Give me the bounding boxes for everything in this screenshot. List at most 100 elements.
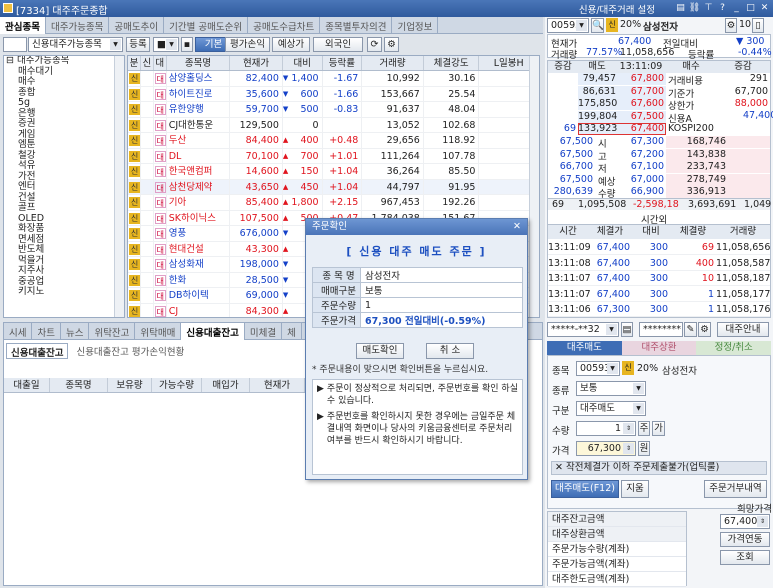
table-row[interactable]: 신 대 DL 70,100 ▲ 700 +1.01 111,264 107.78 (128, 148, 539, 164)
price-input[interactable]: 67,300 ⇕ (576, 441, 636, 456)
price-link-button[interactable]: 가격연동 (720, 532, 770, 547)
account-select[interactable]: *****-**32 ▼ (547, 322, 619, 337)
tree-item[interactable]: 5g (4, 97, 124, 109)
group-blank-select[interactable] (3, 37, 27, 52)
tree-item[interactable]: 반도체 (4, 244, 124, 256)
pin-icon[interactable]: ⊤ (702, 1, 715, 15)
balance-col-header[interactable]: 종목명 (50, 378, 108, 392)
hope-price-input[interactable]: 67,400 ⇕ (720, 514, 770, 529)
stepper-icon[interactable]: ⇕ (623, 443, 634, 454)
cancel-button[interactable]: 취 소 (426, 343, 474, 359)
bottom-tab[interactable]: 체 (282, 323, 302, 340)
minimize-icon[interactable]: _ (730, 1, 743, 15)
bottom-tab[interactable]: 위탁매매 (135, 323, 182, 340)
bottom-tab[interactable]: 미체결 (245, 323, 283, 340)
tree-item[interactable]: 매수 (4, 76, 124, 88)
tab-investor-opinion[interactable]: 종목별투자의견 (320, 17, 393, 34)
stepper-icon[interactable]: ⇕ (623, 423, 634, 434)
expected-price-button[interactable]: 예상가 (272, 37, 310, 52)
gear-icon[interactable]: ⚙ (698, 322, 711, 337)
credit-settings-link[interactable]: 신용/대주거래 설정 (579, 2, 655, 16)
tab-short-ranking[interactable]: 기간별 공매도순위 (164, 17, 249, 34)
grid-col-header[interactable]: 등락률 (323, 56, 363, 70)
bottom-tab[interactable]: 위탁잔고 (89, 323, 136, 340)
list-icon[interactable]: ▤ (674, 1, 687, 15)
grid-col-header[interactable]: 현재가 (230, 56, 283, 70)
tree-item[interactable]: 키지노 (4, 286, 124, 298)
tab-short-trend[interactable]: 공매도추이 (109, 17, 165, 34)
tab-short-repay[interactable]: 대주상환 (621, 341, 697, 355)
password-input[interactable]: ******** (639, 322, 683, 337)
table-row[interactable]: 신 대 기아 85,400 ▲ 1,800 +2.15 967,453 192.26 (128, 195, 539, 211)
edit-icon[interactable]: ✎ (684, 322, 697, 337)
grid-col-header[interactable]: 신 (141, 56, 154, 70)
view-select[interactable]: ■ ▼ (153, 37, 179, 52)
stepper-icon[interactable]: ⇕ (757, 516, 768, 527)
reset-button[interactable]: 지움 (621, 480, 649, 498)
bottom-tab[interactable]: 시세 (4, 323, 33, 340)
tab-short-available[interactable]: 대주가능종목 (46, 17, 110, 34)
price-unit-button[interactable]: 원 (638, 441, 650, 456)
tab-short-sell[interactable]: 대주매도 (547, 341, 622, 355)
register-button[interactable]: 등록 (126, 37, 150, 52)
balance-col-header[interactable]: 대출일 (4, 378, 50, 392)
order-kind-select[interactable]: 대주매도 ▼ (576, 401, 646, 416)
table-row[interactable]: 신 대 하이트진로 35,600 ▼ 600 -1.66 153,667 25.54 (128, 86, 539, 102)
grid-col-header[interactable]: 분 (128, 56, 141, 70)
grid-col-header[interactable]: 체결강도 (424, 56, 480, 70)
table-row[interactable]: 신 대 삼천당제약 43,650 ▲ 450 +1.04 44,797 91.95 (128, 179, 539, 195)
bottom-tab[interactable]: 뉴스 (61, 323, 90, 340)
tree-item[interactable]: 지주사 (4, 265, 124, 277)
tab-modify-cancel[interactable]: 정정/취소 (696, 341, 772, 355)
foreigner-button[interactable]: 외국인 (313, 37, 363, 52)
refresh-icon[interactable]: ⟳ (367, 37, 382, 52)
gear-icon[interactable]: ⚙ (725, 18, 737, 33)
bottom-tab[interactable]: 신용대출잔고 (181, 323, 245, 340)
maximize-icon[interactable]: □ (744, 1, 757, 15)
balance-col-header[interactable]: 보유량 (108, 378, 152, 392)
search-icon[interactable]: 🔍 (591, 18, 604, 33)
rejected-orders-button[interactable]: 주문거부내역 (704, 480, 767, 498)
balance-col-header[interactable]: 현재가 (250, 378, 305, 392)
group-select[interactable]: 신용대주가능종목 ▼ (28, 37, 123, 52)
tab-watchlist[interactable]: 관심종목 (0, 17, 46, 34)
settings-small-button[interactable]: ▪ (181, 37, 193, 52)
subtab-credit-balance[interactable]: 신용대출잔고 (6, 343, 69, 359)
table-row[interactable]: 신 대 한국앤컴퍼 14,600 ▲ 150 +1.04 36,264 85.50 (128, 164, 539, 180)
confirm-button[interactable]: 매도확인 (356, 343, 404, 359)
bottom-tab[interactable]: 차트 (32, 323, 61, 340)
subtab-credit-pl[interactable]: 신용대출잔고 평가손익현황 (72, 343, 188, 359)
gear-icon[interactable]: ⚙ (384, 37, 399, 52)
grid-col-header[interactable]: 종목명 (167, 56, 231, 70)
account-list-icon[interactable]: ▤ (621, 322, 633, 337)
table-row[interactable]: 신 대 삼양홀딩스 82,400 ▼ 1,400 -1.67 10,992 30.16 (128, 71, 539, 87)
qty-unit-button[interactable]: 주 (638, 421, 650, 436)
grid-col-header[interactable]: 대비 (283, 56, 323, 70)
eval-pl-button[interactable]: 평가손익 (225, 37, 270, 52)
tree-item[interactable]: 엠툰 (4, 139, 124, 151)
short-guide-button[interactable]: 대주안내 (717, 322, 769, 337)
tree-scrollbar[interactable] (114, 56, 124, 317)
order-code-input[interactable]: 005930 ▼ (576, 361, 620, 376)
order-type-select[interactable]: 보통 ▼ (576, 381, 646, 396)
grid-col-header[interactable]: 대 (154, 56, 167, 70)
link-icon[interactable]: ⛓ (688, 1, 701, 15)
tree-item[interactable]: 증권 (4, 118, 124, 130)
balance-col-header[interactable]: 매입가 (202, 378, 250, 392)
short-sell-submit-button[interactable]: 대주매도(F12) (551, 480, 619, 498)
query-button[interactable]: 조회 (720, 550, 770, 565)
table-row[interactable]: 신 대 CJ대한통운 129,500 0 13,052 102.68 (128, 117, 539, 133)
table-row[interactable]: 신 대 유한양행 59,700 ▼ 500 -0.83 91,637 48.04 (128, 102, 539, 118)
tab-short-chart[interactable]: 공매도수급차트 (248, 17, 321, 34)
tree-item[interactable]: 화장품 (4, 223, 124, 235)
grid-col-header[interactable]: 거래량 (362, 56, 424, 70)
quote-code-input[interactable]: 005930 ▼ (547, 18, 589, 33)
close-icon[interactable]: ✕ (758, 1, 771, 15)
tab-company-info[interactable]: 기업정보 (392, 17, 439, 34)
grid-scrollbar[interactable] (529, 56, 539, 317)
tree-item[interactable]: 석유 (4, 160, 124, 172)
tree-root[interactable]: ⊟ 대주가능종목 (4, 56, 124, 67)
qty-input[interactable]: 1 ⇕ (576, 421, 636, 436)
balance-col-header[interactable]: 가능수량 (152, 378, 202, 392)
expand-icon[interactable]: ▯ (752, 18, 764, 33)
